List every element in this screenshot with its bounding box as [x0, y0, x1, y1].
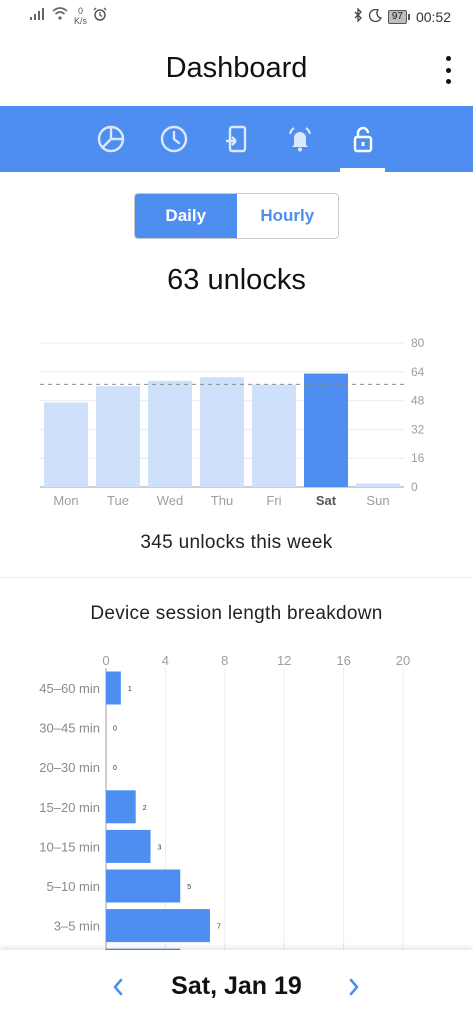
bar-tue [96, 386, 140, 487]
session-bar [106, 671, 121, 705]
y-tick-label: 48 [411, 394, 425, 408]
x-tick-label: 16 [336, 653, 350, 668]
pie-chart-icon [97, 125, 124, 153]
category-label: 15–20 min [39, 800, 100, 815]
period-toggle: Daily Hourly [134, 193, 339, 239]
session-bar [106, 790, 136, 824]
bar-thu [200, 377, 244, 487]
y-tick-label: 0 [411, 480, 418, 494]
y-tick-label: 80 [411, 336, 425, 350]
bar-wed [148, 380, 192, 487]
net-speed-value: 0 [78, 6, 84, 16]
x-tick-label: Mon [53, 493, 78, 508]
x-tick-label: Tue [107, 493, 129, 508]
net-speed-unit: K/s [74, 16, 88, 26]
x-tick-label: Sun [366, 493, 389, 508]
net-speed: 0 K/s [74, 6, 87, 26]
value-label: 0 [113, 726, 117, 733]
bar-fri [252, 384, 296, 487]
tab-bar [0, 106, 473, 172]
moon-icon [368, 8, 382, 25]
daily-unlocks-count: 63 unlocks [167, 264, 306, 296]
value-label: 1 [128, 686, 132, 693]
category-label: 3–5 min [54, 919, 100, 934]
value-label: 5 [187, 884, 191, 891]
y-tick-label: 32 [411, 422, 425, 436]
bar-mon [44, 402, 88, 487]
bar-sat [304, 373, 348, 487]
category-label: 30–45 min [39, 721, 100, 736]
tab-app-launches[interactable] [205, 106, 268, 172]
category-label: 5–10 min [47, 879, 100, 894]
battery-level: 97 [387, 9, 407, 24]
wifi-icon [52, 7, 68, 25]
tab-usage-overview[interactable] [79, 106, 142, 172]
hourly-button[interactable]: Hourly [236, 194, 338, 238]
alarm-icon [93, 7, 107, 26]
clock-icon [160, 125, 187, 153]
session-bar [106, 829, 151, 863]
tab-notifications[interactable] [268, 106, 331, 172]
value-label: 7 [217, 924, 221, 931]
bell-icon [288, 127, 311, 152]
battery-icon: 97 [387, 9, 410, 24]
app-bar: Dashboard [0, 34, 473, 106]
signal-icon [30, 7, 46, 25]
value-label: 3 [158, 844, 162, 851]
date-navigation: Sat, Jan 19 [0, 950, 473, 1024]
tab-screen-time[interactable] [142, 106, 205, 172]
session-bar [106, 869, 181, 903]
status-left: 0 K/s [30, 6, 107, 26]
x-tick-label: 8 [221, 653, 228, 668]
x-tick-label: 12 [277, 653, 291, 668]
x-tick-label: Fri [266, 493, 281, 508]
chevron-right-icon [349, 978, 359, 996]
unlock-icon [353, 126, 372, 153]
tab-unlocks[interactable] [331, 106, 394, 172]
category-label: 20–30 min [39, 760, 100, 775]
weekly-total: 345 unlocks this week [140, 532, 333, 553]
status-bar: 0 K/s 97 00:52 [0, 0, 473, 34]
y-tick-label: 16 [411, 451, 425, 465]
weekly-unlocks-chart: 0 16 32 48 64 80 Mon Tue Wed Thu Fri Sat Sun [40, 336, 425, 508]
status-right: 97 00:52 [353, 7, 451, 25]
category-label: 10–15 min [39, 839, 100, 854]
x-tick-label: 4 [162, 653, 169, 668]
x-tick-label: 20 [396, 653, 410, 668]
category-label: 45–60 min [39, 681, 100, 696]
x-tick-label: Wed [157, 493, 184, 508]
page-title: Dashboard [165, 52, 308, 84]
x-tick-label: 0 [102, 653, 109, 668]
session-breakdown-title: Device session length breakdown [90, 603, 383, 624]
bluetooth-icon [353, 7, 363, 25]
y-tick-label: 64 [411, 365, 425, 379]
daily-button[interactable]: Daily [135, 194, 237, 238]
x-tick-label: Sat [316, 493, 337, 508]
session-bar [106, 909, 210, 943]
current-date: Sat, Jan 19 [171, 972, 302, 1000]
next-day-button[interactable] [342, 974, 366, 1000]
phone-open-icon [225, 125, 246, 153]
session-length-chart: 0 4 8 12 16 20 45–60 min 1 30–45 min 0 20–30 min 0 1… [39, 653, 410, 950]
value-label: 2 [143, 805, 147, 812]
clock-time: 00:52 [415, 8, 451, 25]
overflow-menu-button[interactable] [441, 56, 455, 84]
bar-sun [356, 483, 400, 487]
value-label: 0 [113, 765, 117, 772]
section-divider [0, 577, 473, 578]
more-vert-icon [445, 56, 451, 61]
x-tick-label: Thu [211, 493, 233, 508]
